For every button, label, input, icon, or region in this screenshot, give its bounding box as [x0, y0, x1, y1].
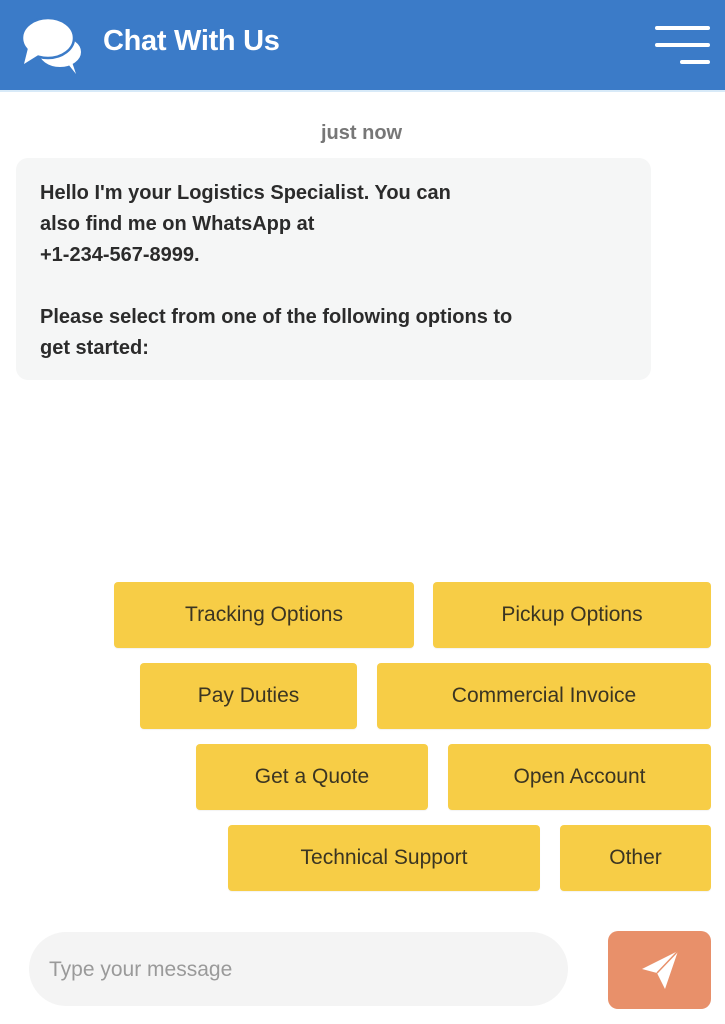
- paper-plane-send-icon: [641, 950, 679, 989]
- option-open-account[interactable]: Open Account: [448, 744, 711, 810]
- option-commercial-invoice[interactable]: Commercial Invoice: [377, 663, 711, 729]
- hamburger-menu-icon-line: [655, 43, 710, 47]
- hamburger-menu-icon-line: [680, 60, 710, 64]
- header-title: Chat With Us: [103, 25, 280, 57]
- option-pay-duties[interactable]: Pay Duties: [140, 663, 357, 729]
- option-pickup-options[interactable]: Pickup Options: [433, 582, 711, 648]
- chat-bubbles-icon: [20, 16, 83, 74]
- option-other[interactable]: Other: [560, 825, 711, 891]
- bot-message-bubble: Hello I'm your Logistics Specialist. You…: [16, 158, 651, 380]
- message-line: also find me on WhatsApp at: [40, 213, 315, 235]
- hamburger-menu-icon-line: [655, 26, 710, 30]
- message-input-container: [29, 932, 568, 1008]
- message-line: Please select from one of the following …: [40, 306, 513, 328]
- option-get-a-quote[interactable]: Get a Quote: [196, 744, 428, 810]
- option-tracking-options[interactable]: Tracking Options: [114, 582, 414, 648]
- send-button[interactable]: [608, 931, 711, 1009]
- chat-header: Chat With Us: [0, 0, 725, 92]
- timestamp-text: just now: [321, 122, 403, 144]
- message-line: +1-234-567-8999.: [40, 244, 200, 266]
- menu-button[interactable]: [650, 18, 710, 66]
- message-line: Hello I'm your Logistics Specialist. You…: [40, 182, 451, 204]
- option-technical-support[interactable]: Technical Support: [228, 825, 540, 891]
- message-input[interactable]: [47, 932, 551, 1008]
- message-line: get started:: [40, 337, 149, 359]
